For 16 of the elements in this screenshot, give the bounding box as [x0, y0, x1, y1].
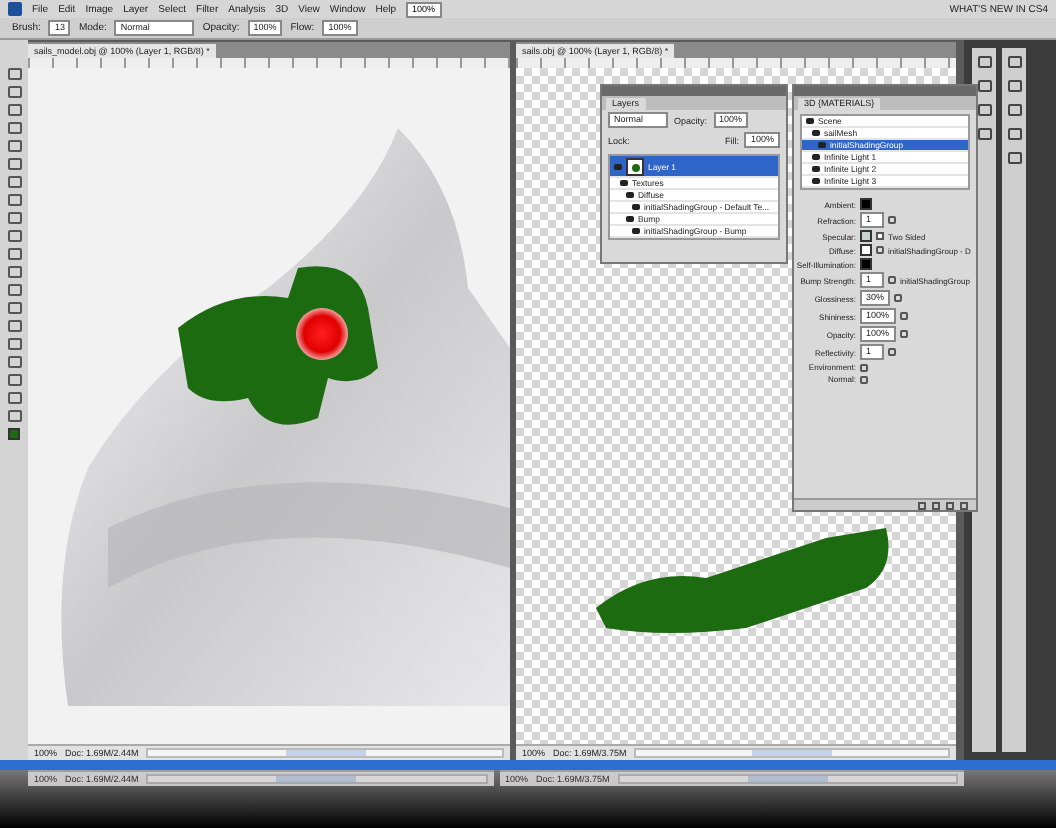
color-swatch[interactable]: [860, 198, 872, 210]
foreground-color-swatch[interactable]: [8, 428, 20, 440]
color-swatch[interactable]: [860, 258, 872, 270]
texture-icon[interactable]: [894, 294, 903, 302]
horizontal-scrollbar[interactable]: [634, 748, 950, 758]
texture-icon[interactable]: [888, 276, 896, 284]
color-swatch[interactable]: [860, 244, 872, 256]
color-swatch[interactable]: [860, 230, 872, 242]
horizontal-scrollbar[interactable]: [146, 748, 504, 758]
texture-icon[interactable]: [899, 330, 908, 338]
checkbox[interactable]: [876, 232, 884, 240]
texture-icon[interactable]: [888, 348, 896, 356]
texture-icon[interactable]: [876, 246, 884, 254]
texture-icon[interactable]: [899, 312, 908, 320]
texture-icon[interactable]: [888, 216, 896, 224]
app-logo-icon: [8, 2, 22, 16]
